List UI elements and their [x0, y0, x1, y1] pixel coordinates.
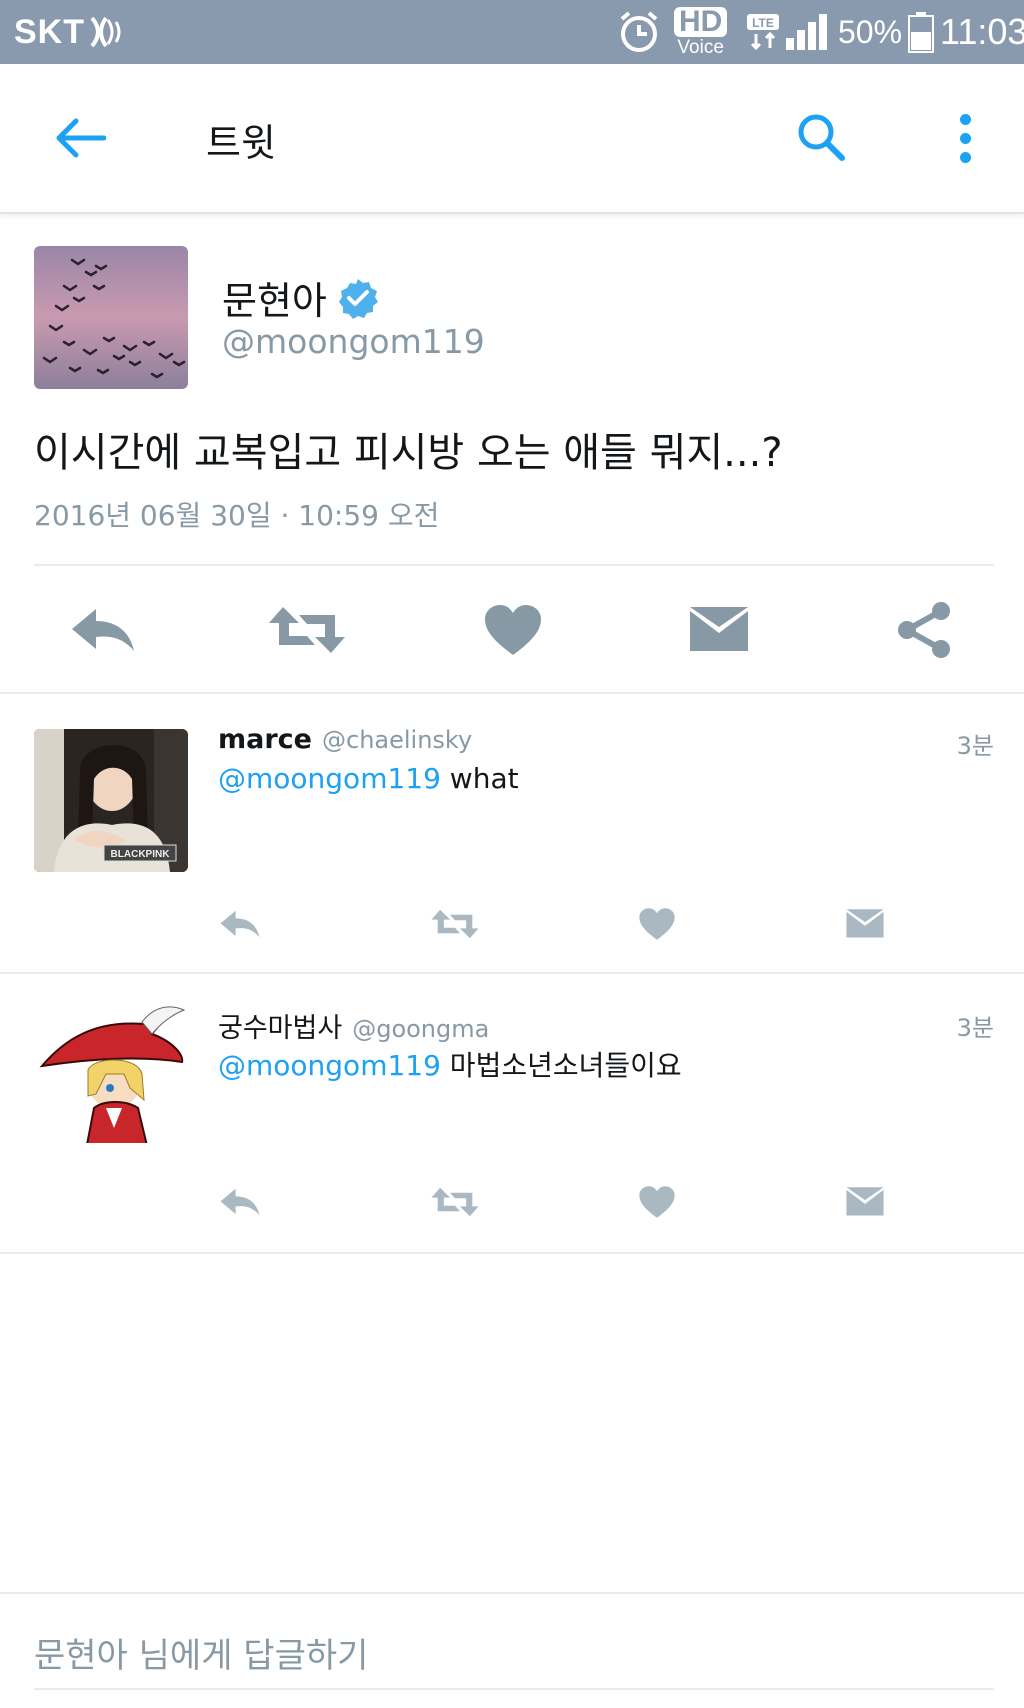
heart-icon: [639, 908, 675, 940]
battery-icon: [908, 0, 934, 64]
retweet-button[interactable]: [420, 894, 490, 954]
nfc-icon: [86, 0, 126, 64]
reply-button[interactable]: [58, 590, 148, 670]
reply-header: 궁수마법사 @goongma: [218, 1006, 489, 1045]
mention-link[interactable]: @moongom119: [218, 1049, 441, 1082]
retweet-icon: [431, 1187, 479, 1217]
search-icon: [798, 114, 845, 161]
signal-icon: [784, 0, 830, 64]
reply-time: 3분: [956, 1014, 994, 1042]
hd-voice-icon: HD Voice: [674, 0, 728, 64]
page-title: 트윗: [206, 121, 276, 165]
more-options-button[interactable]: [950, 108, 980, 168]
divider: [0, 692, 1024, 694]
reply-author-name[interactable]: marce: [218, 724, 312, 755]
divider: [0, 1252, 1024, 1254]
reply-header: marce @chaelinsky: [218, 724, 472, 755]
reply-icon: [220, 1188, 260, 1216]
reply-text: @moongom119 what: [218, 762, 519, 795]
dot-icon: [959, 113, 971, 125]
reply-body: 마법소년소녀들이요: [440, 1049, 682, 1082]
retweet-icon: [269, 607, 345, 653]
heart-icon: [485, 605, 541, 655]
reply-button[interactable]: [205, 1172, 275, 1232]
reply-composer: [0, 1592, 1024, 1708]
app-bar: 트윗: [0, 64, 1024, 214]
reply-avatar[interactable]: [34, 1000, 188, 1143]
retweet-button[interactable]: [262, 590, 352, 670]
reply-icon: [72, 609, 134, 651]
reply-text: @moongom119 마법소년소녀들이요: [218, 1044, 682, 1084]
avatar-badge-text: BLACKPINK: [111, 849, 171, 860]
arrow-left-icon: [56, 118, 106, 158]
back-button[interactable]: [50, 112, 110, 164]
battery-percent: 50%: [838, 13, 903, 50]
tweet-actions: [0, 590, 1024, 670]
envelope-icon: [846, 909, 884, 938]
lte-icon: LTE: [746, 0, 780, 64]
divider: [0, 972, 1024, 974]
like-button[interactable]: [622, 894, 692, 954]
dot-icon: [959, 132, 971, 144]
envelope-icon: [846, 1187, 884, 1216]
envelope-icon: [690, 607, 748, 651]
reply-avatar[interactable]: BLACKPINK: [34, 729, 188, 872]
dot-icon: [959, 151, 971, 163]
author-handle[interactable]: @moongom119: [222, 322, 485, 361]
mention-link[interactable]: @moongom119: [218, 762, 441, 795]
reply-icon: [220, 910, 260, 938]
divider: [34, 564, 994, 566]
alarm-icon: [616, 0, 662, 64]
author-name-label: 문현아: [222, 279, 327, 323]
reply-input[interactable]: [34, 1624, 994, 1690]
carrier-label: SKT: [14, 12, 85, 51]
reply-actions: [0, 894, 1024, 954]
author-avatar[interactable]: [34, 246, 188, 389]
clock: 11:03: [940, 11, 1024, 52]
reply-body: what: [440, 762, 519, 795]
voice-label: Voice: [677, 37, 724, 58]
reply-author-handle[interactable]: @goongma: [352, 1015, 489, 1043]
reply-button[interactable]: [205, 894, 275, 954]
direct-message-button[interactable]: [674, 590, 764, 670]
like-button[interactable]: [622, 1172, 692, 1232]
lte-label: LTE: [752, 16, 774, 30]
reply-author-handle[interactable]: @chaelinsky: [322, 726, 472, 754]
share-icon: [898, 602, 950, 658]
share-button[interactable]: [880, 590, 970, 670]
retweet-button[interactable]: [420, 1172, 490, 1232]
reply-time: 3분: [956, 732, 994, 760]
reply-actions: [0, 1172, 1024, 1232]
hd-label: HD: [674, 7, 728, 37]
status-bar: SKT HD Voice LTE 50% 11:03: [0, 0, 1024, 64]
author-name[interactable]: 문현아: [222, 270, 379, 325]
retweet-icon: [431, 909, 479, 939]
like-button[interactable]: [468, 590, 558, 670]
search-button[interactable]: [792, 108, 852, 168]
direct-message-button[interactable]: [830, 1172, 900, 1232]
reply-author-name[interactable]: 궁수마법사: [218, 1006, 342, 1045]
direct-message-button[interactable]: [830, 894, 900, 954]
verified-badge-icon: [338, 278, 378, 319]
heart-icon: [639, 1186, 675, 1218]
tweet-timestamp: 2016년 06월 30일 · 10:59 오전: [34, 499, 440, 532]
tweet-text: 이시간에 교복입고 피시방 오는 애들 뭐지...?: [34, 430, 783, 476]
